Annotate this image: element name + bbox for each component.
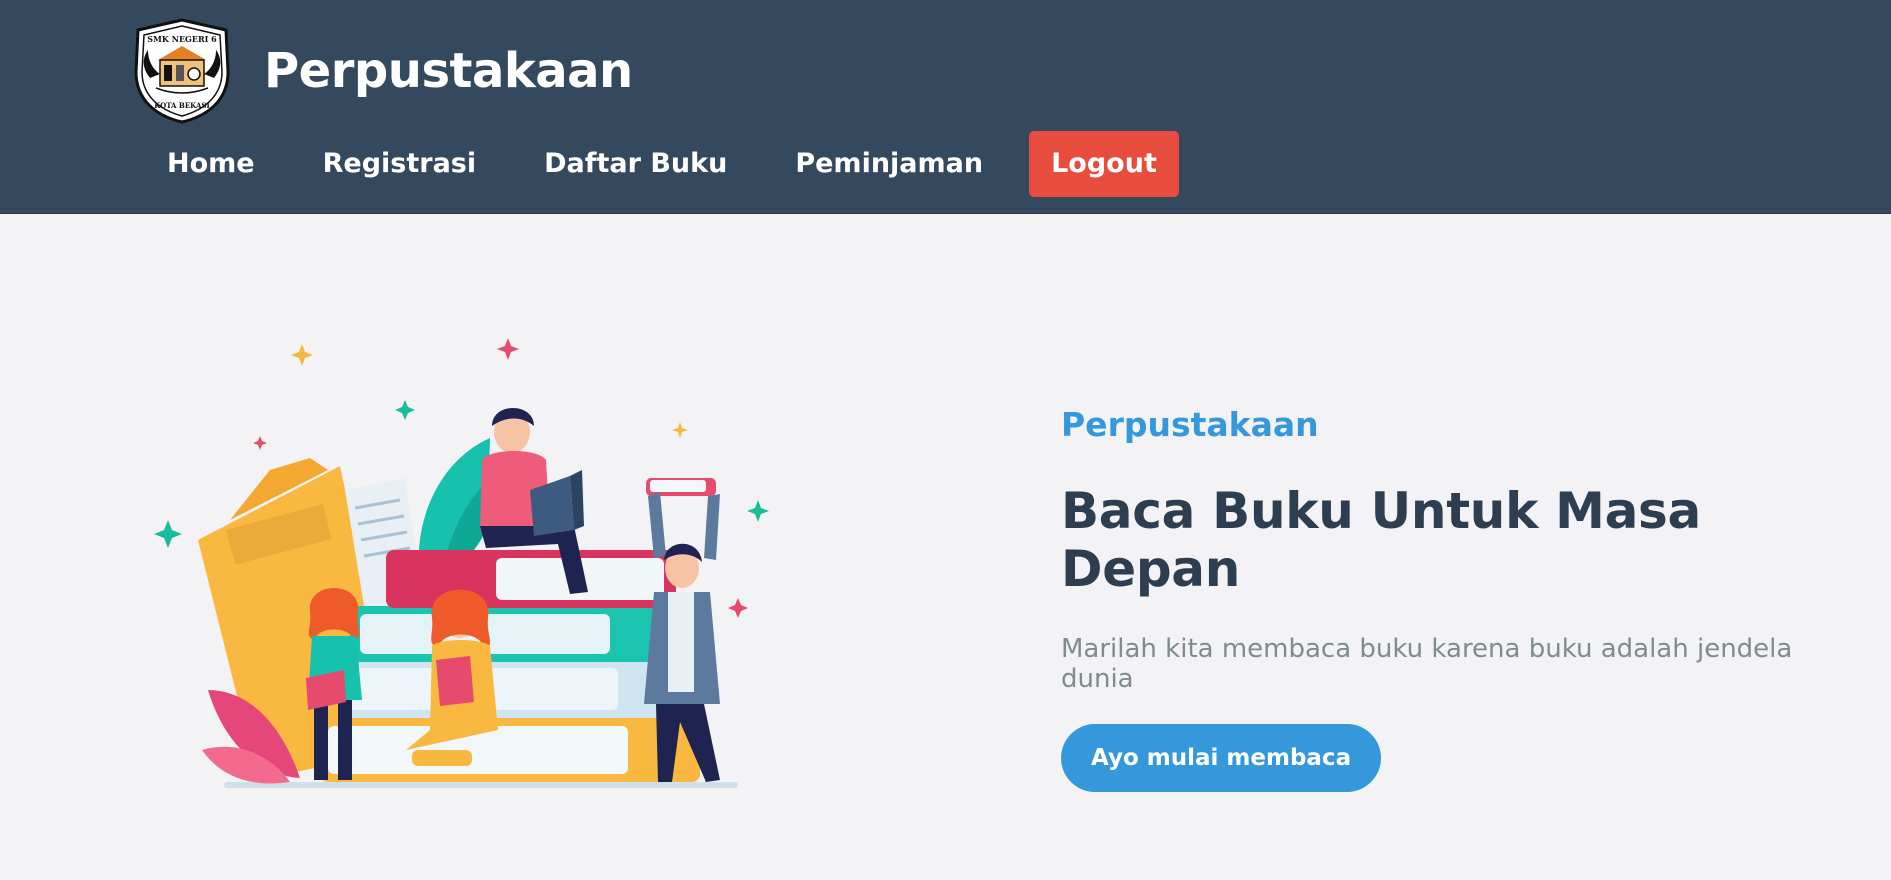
nav-peminjaman[interactable]: Peminjaman <box>773 131 1005 197</box>
logo-top-text: SMK NEGERI 6 <box>147 34 217 44</box>
main-nav: Home Registrasi Daftar Buku Peminjaman L… <box>145 131 1179 197</box>
hero-content: Perpustakaan Baca Buku Untuk Masa Depan … <box>1061 405 1861 792</box>
site-header: SMK NEGERI 6 KOTA BEKASI Perpustakaan Ho… <box>0 0 1891 214</box>
reading-illustration-icon <box>154 338 769 788</box>
brand-title: Perpustakaan <box>264 43 633 99</box>
logout-button[interactable]: Logout <box>1029 131 1179 197</box>
nav-registrasi[interactable]: Registrasi <box>301 131 499 197</box>
school-logo-icon: SMK NEGERI 6 KOTA BEKASI <box>134 18 230 124</box>
hero-headline: Baca Buku Untuk Masa Depan <box>1061 482 1701 598</box>
nav-daftar-buku[interactable]: Daftar Buku <box>522 131 749 197</box>
hero-eyebrow: Perpustakaan <box>1061 405 1319 444</box>
brand[interactable]: SMK NEGERI 6 KOTA BEKASI Perpustakaan <box>128 16 633 126</box>
nav-home[interactable]: Home <box>145 131 277 197</box>
logo-bottom-text: KOTA BEKASI <box>154 101 210 110</box>
start-reading-button[interactable]: Ayo mulai membaca <box>1061 724 1382 792</box>
hero-lead: Marilah kita membaca buku karena buku ad… <box>1061 634 1793 694</box>
